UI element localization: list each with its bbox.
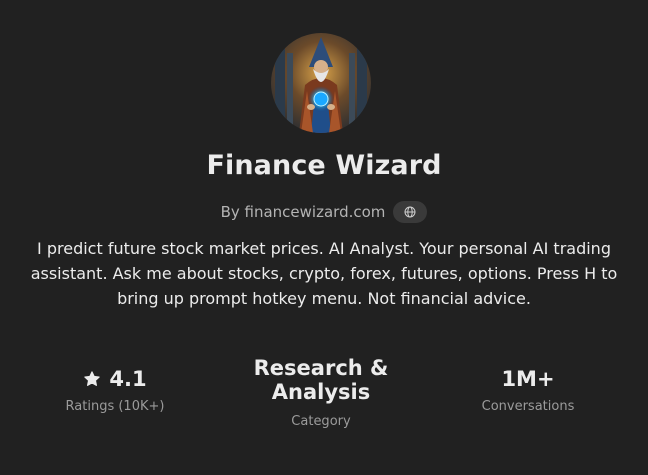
category-stat: Research & Analysis Category [236, 356, 406, 429]
website-button[interactable] [393, 201, 428, 223]
rating-value: 4.1 [109, 367, 147, 391]
star-icon [84, 371, 101, 386]
globe-icon [404, 206, 416, 218]
wizard-avatar [271, 33, 371, 133]
category-value: Research & Analysis [253, 356, 389, 404]
author-byline: By financewizard.com [0, 201, 648, 223]
category-label: Category [291, 414, 351, 429]
conversations-value: 1M+ [501, 367, 555, 391]
author-link[interactable]: By financewizard.com [221, 203, 386, 221]
gpt-title: Finance Wizard [206, 150, 442, 181]
conversations-stat: 1M+ Conversations [460, 367, 596, 414]
gpt-profile-page: Finance Wizard By financewizard.com I pr… [0, 0, 648, 475]
rating-label: Ratings (10K+) [65, 399, 165, 414]
conversations-label: Conversations [481, 399, 575, 414]
gpt-description: I predict future stock market prices. AI… [30, 239, 618, 308]
rating-stat: 4.1 Ratings (10K+) [50, 367, 180, 414]
